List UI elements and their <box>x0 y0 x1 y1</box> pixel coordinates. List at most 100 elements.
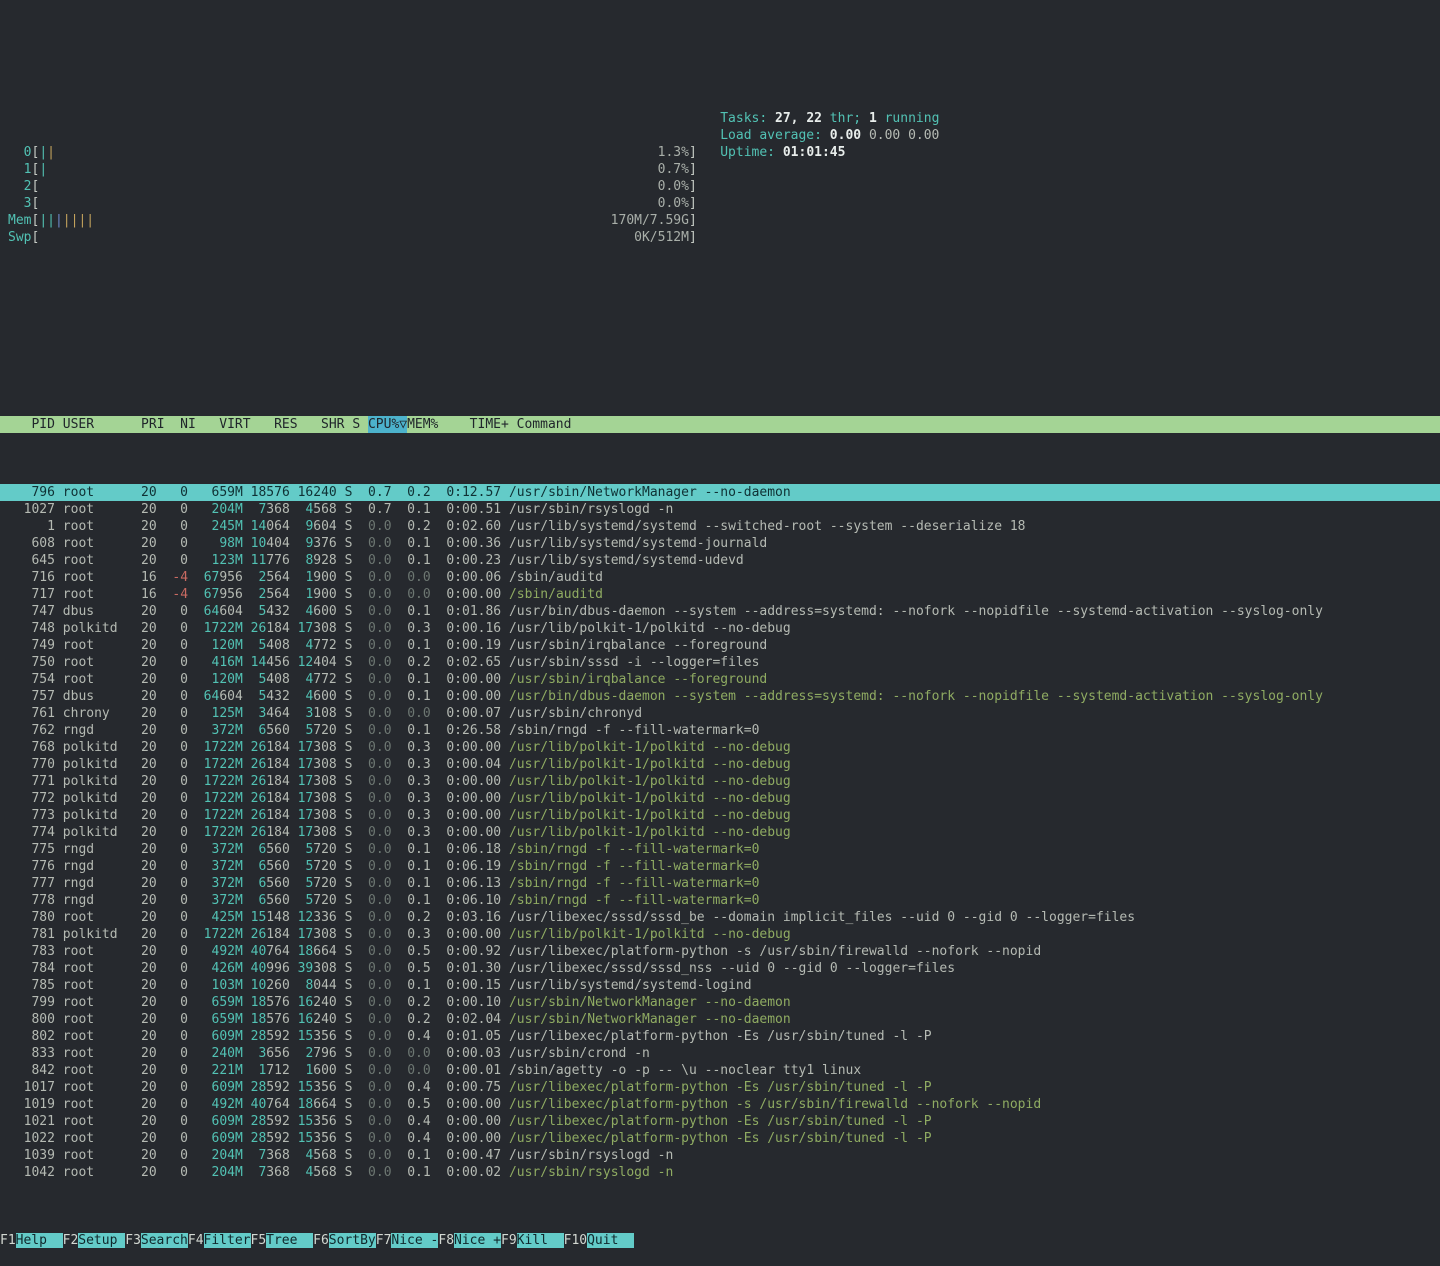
process-row[interactable]: 757 dbus 20 0 64604 5432 4600 S 0.0 0.1 … <box>0 688 1440 705</box>
process-command: /usr/lib/polkit-1/polkitd --no-debug <box>509 757 791 772</box>
process-row[interactable]: 772 polkitd 20 0 1722M 26184 17308 S 0.0… <box>0 790 1440 807</box>
fnkey-nice-[interactable]: F8Nice + <box>438 1233 501 1248</box>
process-row[interactable]: 1027 root 20 0 204M 7368 4568 S 0.7 0.1 … <box>0 501 1440 518</box>
process-row[interactable]: 785 root 20 0 103M 10260 8044 S 0.0 0.1 … <box>0 977 1440 994</box>
process-row[interactable]: 781 polkitd 20 0 1722M 26184 17308 S 0.0… <box>0 926 1440 943</box>
meter-label: 1 <box>8 162 31 177</box>
fnkey-quit[interactable]: F10Quit <box>564 1233 634 1248</box>
process-command: /usr/libexec/platform-python -Es /usr/sb… <box>509 1080 932 1095</box>
process-row[interactable]: 1 root 20 0 245M 14064 9604 S 0.0 0.2 0:… <box>0 518 1440 535</box>
process-row[interactable]: 748 polkitd 20 0 1722M 26184 17308 S 0.0… <box>0 620 1440 637</box>
column-mem[interactable]: MEM% <box>407 416 438 433</box>
fnkey-nice-[interactable]: F7Nice - <box>376 1233 439 1248</box>
fnkey-help[interactable]: F1Help <box>0 1233 63 1248</box>
process-row[interactable]: 1021 root 20 0 609M 28592 15356 S 0.0 0.… <box>0 1113 1440 1130</box>
meter-cpu1: 1[| 0.7%] <box>0 161 1440 178</box>
fnkey-tree[interactable]: F5Tree <box>251 1233 314 1248</box>
process-row[interactable]: 833 root 20 0 240M 3656 2796 S 0.0 0.0 0… <box>0 1045 1440 1062</box>
meter-value: 0K/512M <box>634 230 689 245</box>
fnkey-sortby[interactable]: F6SortBy <box>313 1233 376 1248</box>
htop-terminal: 0[|| 1.3%] 1[| 0.7%] 2[ <box>0 0 1440 1266</box>
column-pri[interactable]: PRI <box>141 416 164 433</box>
process-command: /usr/libexec/platform-python -s /usr/sbi… <box>509 944 1041 959</box>
meter-value: 0.7% <box>658 162 689 177</box>
process-row[interactable]: 796 root 20 0 659M 18576 16240 S 0.7 0.2… <box>0 484 1440 501</box>
blank-line <box>0 42 1440 59</box>
process-command: /usr/libexec/sssd/sssd_be --domain impli… <box>509 910 1135 925</box>
column-shr[interactable]: SHR <box>305 416 344 433</box>
blank-line <box>0 348 1440 365</box>
column-cpu-sorted[interactable]: CPU%▽ <box>368 416 407 433</box>
column-pid[interactable]: PID <box>8 416 55 433</box>
process-row[interactable]: 716 root 16 -4 67956 2564 1900 S 0.0 0.0… <box>0 569 1440 586</box>
process-row[interactable]: 774 polkitd 20 0 1722M 26184 17308 S 0.0… <box>0 824 1440 841</box>
process-command: /usr/sbin/chronyd <box>509 706 642 721</box>
process-command: /sbin/rngd -f --fill-watermark=0 <box>509 893 759 908</box>
process-row[interactable]: 1017 root 20 0 609M 28592 15356 S 0.0 0.… <box>0 1079 1440 1096</box>
process-command: /usr/bin/dbus-daemon --system --address=… <box>509 604 1323 619</box>
process-row[interactable]: 608 root 20 0 98M 10404 9376 S 0.0 0.1 0… <box>0 535 1440 552</box>
process-row[interactable]: 776 rngd 20 0 372M 6560 5720 S 0.0 0.1 0… <box>0 858 1440 875</box>
meter-label: 0 <box>8 145 31 160</box>
process-row[interactable]: 802 root 20 0 609M 28592 15356 S 0.0 0.4… <box>0 1028 1440 1045</box>
fnkey-filter[interactable]: F4Filter <box>188 1233 251 1248</box>
process-row[interactable]: 784 root 20 0 426M 40996 39308 S 0.0 0.5… <box>0 960 1440 977</box>
process-row[interactable]: 778 rngd 20 0 372M 6560 5720 S 0.0 0.1 0… <box>0 892 1440 909</box>
summary-panel: Tasks: 27, 22 thr; 1 runningLoad average… <box>720 110 939 161</box>
column-state[interactable]: S <box>352 416 360 433</box>
process-row[interactable]: 780 root 20 0 425M 15148 12336 S 0.0 0.2… <box>0 909 1440 926</box>
process-row[interactable]: 771 polkitd 20 0 1722M 26184 17308 S 0.0… <box>0 773 1440 790</box>
meter-cpu3: 3[ 0.0%] <box>0 195 1440 212</box>
process-row[interactable]: 1022 root 20 0 609M 28592 15356 S 0.0 0.… <box>0 1130 1440 1147</box>
column-command[interactable]: Command <box>517 416 572 433</box>
process-row[interactable]: 754 root 20 0 120M 5408 4772 S 0.0 0.1 0… <box>0 671 1440 688</box>
process-row[interactable]: 768 polkitd 20 0 1722M 26184 17308 S 0.0… <box>0 739 1440 756</box>
column-virt[interactable]: VIRT <box>204 416 251 433</box>
process-row[interactable]: 770 polkitd 20 0 1722M 26184 17308 S 0.0… <box>0 756 1440 773</box>
process-command: /sbin/rngd -f --fill-watermark=0 <box>509 876 759 891</box>
process-row[interactable]: 645 root 20 0 123M 11776 8928 S 0.0 0.1 … <box>0 552 1440 569</box>
process-row[interactable]: 762 rngd 20 0 372M 6560 5720 S 0.0 0.1 0… <box>0 722 1440 739</box>
sort-arrow-icon: ▽ <box>399 416 407 433</box>
process-row[interactable]: 775 rngd 20 0 372M 6560 5720 S 0.0 0.1 0… <box>0 841 1440 858</box>
column-res[interactable]: RES <box>258 416 297 433</box>
fnkey-kill[interactable]: F9Kill <box>501 1233 564 1248</box>
process-command: /usr/sbin/rsyslogd -n <box>509 502 673 517</box>
process-command: /usr/sbin/NetworkManager --no-daemon <box>509 1012 791 1027</box>
process-row[interactable]: 783 root 20 0 492M 40764 18664 S 0.0 0.5… <box>0 943 1440 960</box>
process-command: /usr/sbin/NetworkManager --no-daemon <box>509 995 791 1010</box>
column-user[interactable]: USER <box>63 416 133 433</box>
process-row[interactable]: 747 dbus 20 0 64604 5432 4600 S 0.0 0.1 … <box>0 603 1440 620</box>
process-command: /usr/sbin/NetworkManager --no-daemon <box>509 485 791 500</box>
process-command: /sbin/rngd -f --fill-watermark=0 <box>509 723 759 738</box>
process-row[interactable]: 800 root 20 0 659M 18576 16240 S 0.0 0.2… <box>0 1011 1440 1028</box>
fnkey-setup[interactable]: F2Setup <box>63 1233 126 1248</box>
process-row[interactable]: 749 root 20 0 120M 5408 4772 S 0.0 0.1 0… <box>0 637 1440 654</box>
process-row[interactable]: 773 polkitd 20 0 1722M 26184 17308 S 0.0… <box>0 807 1440 824</box>
process-row[interactable]: 750 root 20 0 416M 14456 12404 S 0.0 0.2… <box>0 654 1440 671</box>
process-command: /usr/bin/dbus-daemon --system --address=… <box>509 689 1323 704</box>
summary-uptime: Uptime: 01:01:45 <box>720 144 939 161</box>
process-command: /usr/lib/polkit-1/polkitd --no-debug <box>509 825 791 840</box>
meter-value: 1.3% <box>658 145 689 160</box>
process-row[interactable]: 799 root 20 0 659M 18576 16240 S 0.0 0.2… <box>0 994 1440 1011</box>
summary-tasks: Tasks: 27, 22 thr; 1 running <box>720 110 939 127</box>
process-command: /sbin/auditd <box>509 587 603 602</box>
process-command: /usr/lib/polkit-1/polkitd --no-debug <box>509 927 791 942</box>
column-time[interactable]: TIME+ <box>446 416 509 433</box>
process-row[interactable]: 761 chrony 20 0 125M 3464 3108 S 0.0 0.0… <box>0 705 1440 722</box>
fnkey-search[interactable]: F3Search <box>125 1233 188 1248</box>
process-row[interactable]: 842 root 20 0 221M 1712 1600 S 0.0 0.0 0… <box>0 1062 1440 1079</box>
process-row[interactable]: 1039 root 20 0 204M 7368 4568 S 0.0 0.1 … <box>0 1147 1440 1164</box>
table-header: PID USER PRI NI VIRT RES SHR S CPU%▽MEM%… <box>0 416 1440 433</box>
process-row[interactable]: 777 rngd 20 0 372M 6560 5720 S 0.0 0.1 0… <box>0 875 1440 892</box>
process-row[interactable]: 1042 root 20 0 204M 7368 4568 S 0.0 0.1 … <box>0 1164 1440 1181</box>
meter-label: 3 <box>8 196 31 211</box>
process-row[interactable]: 1019 root 20 0 492M 40764 18664 S 0.0 0.… <box>0 1096 1440 1113</box>
summary-load: Load average: 0.00 0.00 0.00 <box>720 127 939 144</box>
process-command: /usr/libexec/platform-python -Es /usr/sb… <box>509 1029 932 1044</box>
process-row[interactable]: 717 root 16 -4 67956 2564 1900 S 0.0 0.0… <box>0 586 1440 603</box>
column-ni[interactable]: NI <box>172 416 195 433</box>
process-command: /usr/lib/systemd/systemd --switched-root… <box>509 519 1026 534</box>
process-command: /sbin/rngd -f --fill-watermark=0 <box>509 842 759 857</box>
